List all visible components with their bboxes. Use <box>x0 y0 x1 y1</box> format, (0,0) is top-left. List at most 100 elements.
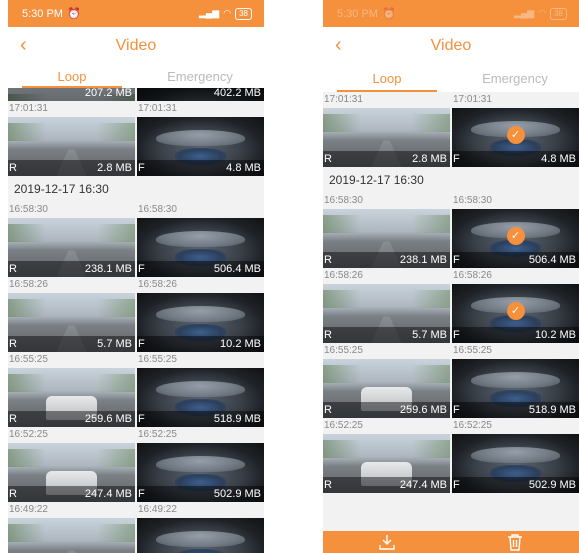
time-row: 16:55:25 16:55:25 <box>8 352 264 368</box>
video-thumb-front[interactable]: F 502.9 MB <box>452 434 579 493</box>
tab-loop[interactable]: Loop <box>8 64 136 88</box>
tab-emergency[interactable]: Emergency <box>136 64 264 88</box>
video-row: R 238.1 MB F 506.4 MB <box>8 218 264 277</box>
download-icon <box>379 535 395 550</box>
camera-tag: R <box>9 488 17 500</box>
time-row: 16:58:26 16:58:26 <box>323 268 579 284</box>
time-row: 16:52:25 16:52:25 <box>323 418 579 434</box>
video-thumb-rear[interactable]: R 5.7 MB <box>8 293 135 352</box>
clip-time: 17:01:31 <box>452 92 579 108</box>
video-thumb-front[interactable]: ✓ F 506.4 MB <box>452 209 579 268</box>
status-bar: 5:30 PM ⏰ ▂▄▆ ◠ 38 <box>8 0 264 27</box>
video-row: R 247.4 MB F 502.9 MB <box>8 443 264 502</box>
video-list[interactable]: 17:01:31 17:01:31 R 2.8 MB ✓ F 4.8 MB 2019… <box>323 92 579 531</box>
date-header: 2019-12-17 16:30 <box>8 176 264 202</box>
battery-icon: 38 <box>235 7 252 20</box>
tab-loop[interactable]: Loop <box>323 64 451 92</box>
file-size: 5.7 MB <box>97 338 132 350</box>
clip-time: 16:55:25 <box>452 343 579 359</box>
delete-button[interactable] <box>451 531 579 553</box>
clip-time: 17:01:31 <box>137 101 264 117</box>
video-row: R 5.7 MB ✓ F 10.2 MB <box>323 284 579 343</box>
video-thumb-front[interactable] <box>137 518 264 553</box>
tab-bar: Loop Emergency <box>323 64 579 92</box>
video-thumb-rear[interactable]: R 259.6 MB <box>8 368 135 427</box>
camera-tag: F <box>138 338 145 350</box>
video-row: R 259.6 MB F 518.9 MB <box>323 359 579 418</box>
time-row: 16:55:25 16:55:25 <box>323 343 579 359</box>
video-thumb-rear[interactable]: R 5.7 MB <box>323 284 450 343</box>
checkmark-icon[interactable]: ✓ <box>506 126 525 145</box>
battery-icon: 38 <box>550 7 567 20</box>
clip-time: 16:58:26 <box>452 268 579 284</box>
camera-tag: R <box>9 263 17 275</box>
camera-tag: F <box>453 153 460 165</box>
chevron-left-icon[interactable]: ‹ <box>20 35 27 55</box>
video-thumb-front[interactable]: ✓ F 10.2 MB <box>452 284 579 343</box>
video-thumb-rear[interactable]: 207.2 MB <box>8 88 135 101</box>
camera-tag: F <box>453 329 460 341</box>
file-size: 402.2 MB <box>213 88 261 99</box>
video-thumb-rear[interactable]: R 238.1 MB <box>8 218 135 277</box>
video-thumb-front[interactable]: F 10.2 MB <box>137 293 264 352</box>
clip-time: 16:58:26 <box>8 277 135 293</box>
clip-time: 16:55:25 <box>8 352 135 368</box>
video-thumb-rear[interactable]: R 247.4 MB <box>8 443 135 502</box>
file-size: 2.8 MB <box>97 162 132 174</box>
camera-tag: R <box>324 329 332 341</box>
video-thumb-front[interactable]: F 518.9 MB <box>452 359 579 418</box>
status-bar: 5:30 PM ⏰ ▂▄▆ ◠ 38 <box>323 0 579 27</box>
camera-tag: F <box>138 263 145 275</box>
file-size: 247.4 MB <box>399 479 447 491</box>
video-thumb-rear[interactable]: R 2.8 MB <box>323 108 450 167</box>
camera-tag: R <box>9 413 17 425</box>
time-row: 16:58:26 16:58:26 <box>8 277 264 293</box>
clip-time: 16:49:22 <box>137 502 264 518</box>
file-size: 10.2 MB <box>220 338 261 350</box>
video-screen-left: 5:30 PM ⏰ ▂▄▆ ◠ 38 ‹ Video Loop Emergenc… <box>8 0 264 553</box>
video-list[interactable]: 207.2 MB 402.2 MB 17:01:31 17:01:31 R 2.8… <box>8 88 264 553</box>
selection-action-bar <box>323 531 579 553</box>
file-size: 502.9 MB <box>528 479 576 491</box>
video-row: R 247.4 MB F 502.9 MB <box>323 434 579 493</box>
video-screen-right-selection: 5:30 PM ⏰ ▂▄▆ ◠ 38 ‹ Video Loop Emergenc… <box>323 0 579 553</box>
header: ‹ Video <box>323 27 579 64</box>
checkmark-icon[interactable]: ✓ <box>506 302 525 321</box>
video-thumb-rear[interactable]: R 2.8 MB <box>8 117 135 176</box>
file-size: 207.2 MB <box>84 88 132 99</box>
file-size: 4.8 MB <box>226 162 261 174</box>
camera-tag: R <box>324 153 332 165</box>
trash-icon <box>508 533 522 551</box>
video-thumb-rear[interactable]: R 238.1 MB <box>323 209 450 268</box>
status-time: 5:30 PM <box>22 7 63 20</box>
file-size: 10.2 MB <box>535 329 576 341</box>
wifi-icon: ◠ <box>223 8 232 18</box>
tab-emergency[interactable]: Emergency <box>451 64 579 92</box>
checkmark-icon[interactable]: ✓ <box>506 227 525 246</box>
file-size: 259.6 MB <box>399 404 447 416</box>
file-size: 259.6 MB <box>84 413 132 425</box>
video-row <box>8 518 264 553</box>
time-row: 16:58:30 16:58:30 <box>323 193 579 209</box>
camera-tag: R <box>324 479 332 491</box>
chevron-left-icon[interactable]: ‹ <box>335 35 342 55</box>
video-thumb-front[interactable]: F 502.9 MB <box>137 443 264 502</box>
file-size: 2.8 MB <box>412 153 447 165</box>
clip-time: 16:55:25 <box>323 343 450 359</box>
video-row: R 259.6 MB F 518.9 MB <box>8 368 264 427</box>
video-thumb-front[interactable]: F 518.9 MB <box>137 368 264 427</box>
video-thumb-front[interactable]: F 4.8 MB <box>137 117 264 176</box>
download-button[interactable] <box>323 531 451 553</box>
clip-time: 16:49:22 <box>8 502 135 518</box>
clip-time: 16:58:26 <box>137 277 264 293</box>
video-thumb-rear[interactable]: R 259.6 MB <box>323 359 450 418</box>
signal-icon: ▂▄▆ <box>514 8 535 18</box>
time-row: 17:01:31 17:01:31 <box>8 101 264 117</box>
video-thumb-rear[interactable] <box>8 518 135 553</box>
video-thumb-rear[interactable]: R 247.4 MB <box>323 434 450 493</box>
clip-time: 16:58:30 <box>452 193 579 209</box>
file-size: 238.1 MB <box>399 254 447 266</box>
video-thumb-front[interactable]: 402.2 MB <box>137 88 264 101</box>
video-thumb-front[interactable]: ✓ F 4.8 MB <box>452 108 579 167</box>
video-thumb-front[interactable]: F 506.4 MB <box>137 218 264 277</box>
